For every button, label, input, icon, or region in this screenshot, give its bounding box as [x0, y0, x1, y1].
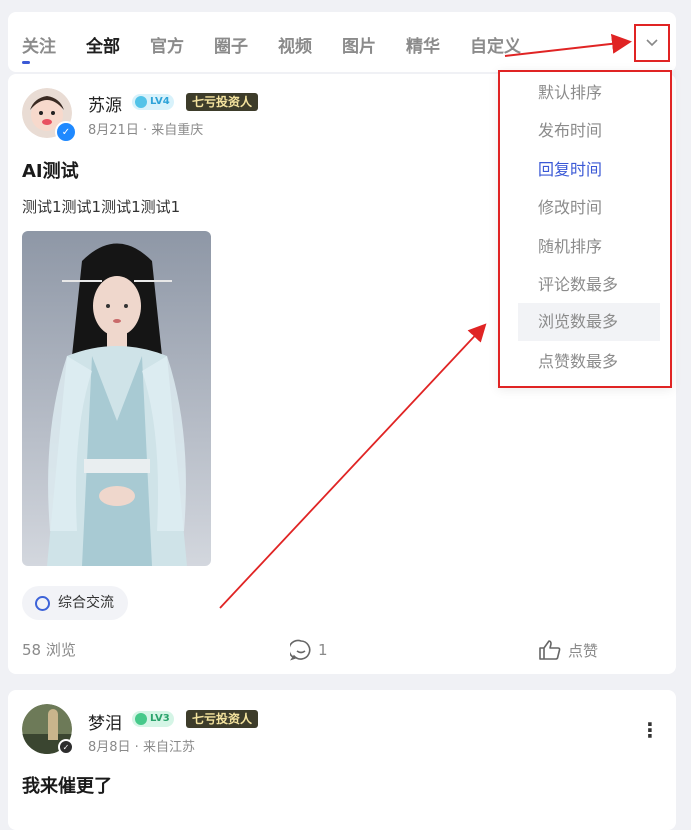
tabs: 关注 全部 官方 圈子 视频 图片 精华 自定义 [22, 32, 551, 64]
level-badge: LV4 [132, 94, 174, 110]
post-body: 测试1测试1测试1测试1 [22, 198, 181, 216]
sort-random[interactable]: 随机排序 [518, 228, 660, 266]
post-card[interactable]: ✓ 梦泪 LV3 七亏投资人 8月8日 · 来自江苏 ⋮ 我来催更了 [8, 690, 676, 830]
post-title[interactable]: AI测试 [22, 157, 79, 183]
tab-circles[interactable]: 圈子 [214, 32, 248, 57]
sort-edit-time[interactable]: 修改时间 [518, 189, 660, 227]
like-button[interactable]: 点赞 [538, 639, 598, 661]
sort-most-views[interactable]: 浏览数最多 [518, 303, 660, 341]
sort-most-likes[interactable]: 点赞数最多 [518, 343, 660, 381]
comment-icon [290, 639, 311, 661]
sort-menu: 默认排序 发布时间 回复时间 修改时间 随机排序 评论数最多 浏览数最多 点赞数… [498, 70, 672, 388]
rank-badge: 七亏投资人 [186, 93, 259, 111]
post-image[interactable] [22, 231, 211, 566]
sort-default[interactable]: 默认排序 [518, 74, 660, 112]
view-count: 58 浏览 [22, 641, 76, 659]
comment-button[interactable]: 1 [290, 639, 328, 661]
sort-publish-time[interactable]: 发布时间 [518, 112, 660, 150]
level-badge: LV3 [132, 711, 174, 727]
chevron-down-icon [646, 39, 658, 47]
rank-badge: 七亏投资人 [186, 710, 259, 728]
verified-icon: ✓ [58, 739, 74, 755]
author-name[interactable]: 苏源 [88, 91, 122, 116]
tab-videos[interactable]: 视频 [278, 32, 312, 57]
tab-featured[interactable]: 精华 [406, 32, 440, 57]
like-label: 点赞 [568, 641, 599, 660]
tab-all[interactable]: 全部 [86, 32, 120, 57]
topic-chip[interactable]: 综合交流 [22, 586, 128, 620]
tab-official[interactable]: 官方 [150, 32, 184, 57]
comment-count: 1 [318, 641, 328, 659]
sort-most-comments[interactable]: 评论数最多 [518, 266, 660, 304]
post-meta: 8月8日 · 来自江苏 [88, 740, 195, 755]
thumbs-up-icon [539, 640, 561, 660]
post-meta: 8月21日 · 来自重庆 [88, 123, 204, 138]
verified-icon: ✓ [55, 121, 77, 143]
author-name[interactable]: 梦泪 [88, 709, 122, 734]
sort-reply-time[interactable]: 回复时间 [518, 151, 660, 189]
tab-images[interactable]: 图片 [342, 32, 376, 57]
sort-dropdown-toggle[interactable] [634, 24, 670, 62]
post-title[interactable]: 我来催更了 [22, 772, 112, 798]
tab-follow[interactable]: 关注 [22, 32, 56, 64]
more-options-icon[interactable]: ⋮ [640, 718, 660, 742]
tab-custom[interactable]: 自定义 [470, 32, 521, 57]
feed-tab-bar: 关注 全部 官方 圈子 视频 图片 精华 自定义 [8, 12, 676, 72]
